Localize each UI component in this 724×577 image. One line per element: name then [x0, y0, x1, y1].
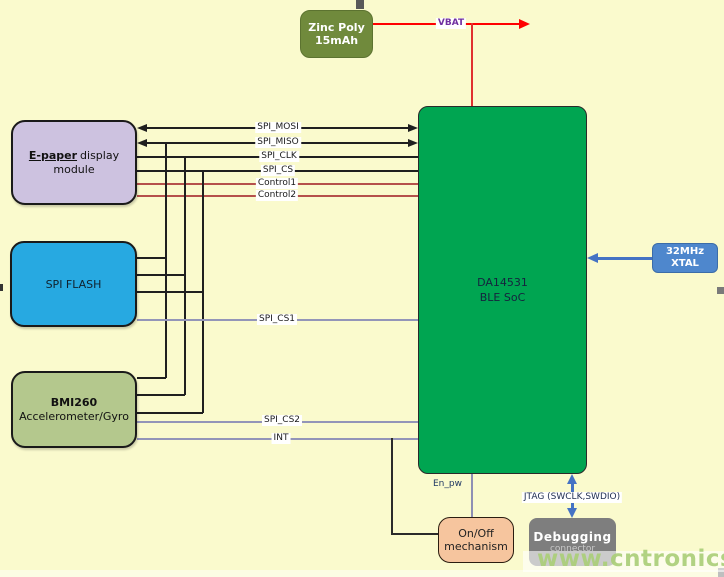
- onoff-feed-vertical: [391, 438, 393, 534]
- spi-clk-label: SPI_CLK: [259, 151, 299, 162]
- epaper-title: E-paperdisplay: [29, 149, 119, 163]
- xtal-arrowhead-left: [587, 253, 598, 263]
- soc-label-line2: BLE SoC: [480, 290, 526, 305]
- spi-mosi-arrowhead-left: [137, 124, 147, 132]
- bus-vertical-1: [165, 142, 167, 378]
- onoff-feed-horizontal: [391, 533, 438, 535]
- onoff-mechanism-node: On/Off mechanism: [438, 517, 514, 563]
- spi-cs1-label: SPI_CS1: [257, 314, 297, 325]
- spi-mosi-label: SPI_MOSI: [255, 122, 301, 133]
- watermark-text: www.cntronics.com: [537, 546, 724, 572]
- left-edge-tick: [0, 284, 3, 291]
- spi-miso-label: SPI_MISO: [255, 137, 301, 148]
- en-pw-wire: [471, 474, 473, 517]
- xtal-node: 32MHz XTAL: [652, 243, 718, 273]
- jtag-label: JTAG (SWCLK,SWDIO): [522, 492, 622, 503]
- bmi-stub-1: [137, 377, 166, 379]
- int-label: INT: [272, 433, 291, 444]
- jtag-arrowhead-up: [567, 474, 577, 484]
- onoff-label-line1: On/Off: [458, 527, 494, 540]
- top-connector-tab: [356, 0, 364, 9]
- spi-miso-arrowhead-left: [137, 139, 147, 147]
- epaper-display-node: E-paperdisplay module: [11, 120, 137, 205]
- bus-vertical-2: [184, 156, 186, 395]
- flash-stub-1: [137, 257, 166, 259]
- spi-flash-node: SPI FLASH: [10, 241, 137, 327]
- spi-miso-arrowhead-right: [408, 139, 418, 147]
- battery-label-line1: Zinc Poly: [308, 21, 365, 34]
- spi-cs2-label: SPI_CS2: [262, 415, 302, 426]
- control1-label: Control1: [256, 178, 298, 189]
- bmi-stub-2: [137, 394, 185, 396]
- epaper-title-line2: module: [53, 163, 94, 177]
- diagram-canvas: Zinc Poly 15mAh E-paperdisplay module SP…: [0, 0, 724, 577]
- xtal-wire: [596, 257, 652, 260]
- jtag-arrowhead-down: [567, 508, 577, 518]
- xtal-label-line1: 32MHz: [666, 246, 704, 258]
- control2-label: Control2: [256, 190, 298, 201]
- vbat-arrowhead-right: [519, 19, 530, 29]
- soc-label-line1: DA14531: [477, 275, 528, 290]
- epaper-title-bold: E-paper: [29, 149, 77, 162]
- flash-stub-2: [137, 274, 185, 276]
- spi-flash-label: SPI FLASH: [46, 278, 102, 291]
- spi-mosi-arrowhead-right: [408, 124, 418, 132]
- bmi-stub-3: [137, 412, 203, 414]
- flash-stub-3: [137, 291, 203, 293]
- debug-label-line1: Debugging: [533, 530, 611, 544]
- bmi260-node: BMI260 Accelerometer/Gyro: [11, 371, 137, 448]
- right-edge-handle: [717, 287, 724, 294]
- battery-label-line2: 15mAh: [315, 34, 358, 47]
- da14531-soc-node: DA14531 BLE SoC: [418, 106, 587, 474]
- bmi260-label-line1: BMI260: [51, 396, 97, 410]
- vbat-wire-vertical: [471, 23, 473, 106]
- xtal-label-line2: XTAL: [671, 258, 699, 270]
- bmi260-label-line2: Accelerometer/Gyro: [19, 410, 129, 424]
- en-pw-label: En_pw: [433, 479, 462, 489]
- battery-node: Zinc Poly 15mAh: [300, 10, 373, 58]
- vbat-label: VBAT: [436, 18, 466, 29]
- spi-cs-label: SPI_CS: [261, 165, 295, 176]
- onoff-label-line2: mechanism: [444, 540, 508, 553]
- epaper-title-rest: display: [80, 149, 119, 162]
